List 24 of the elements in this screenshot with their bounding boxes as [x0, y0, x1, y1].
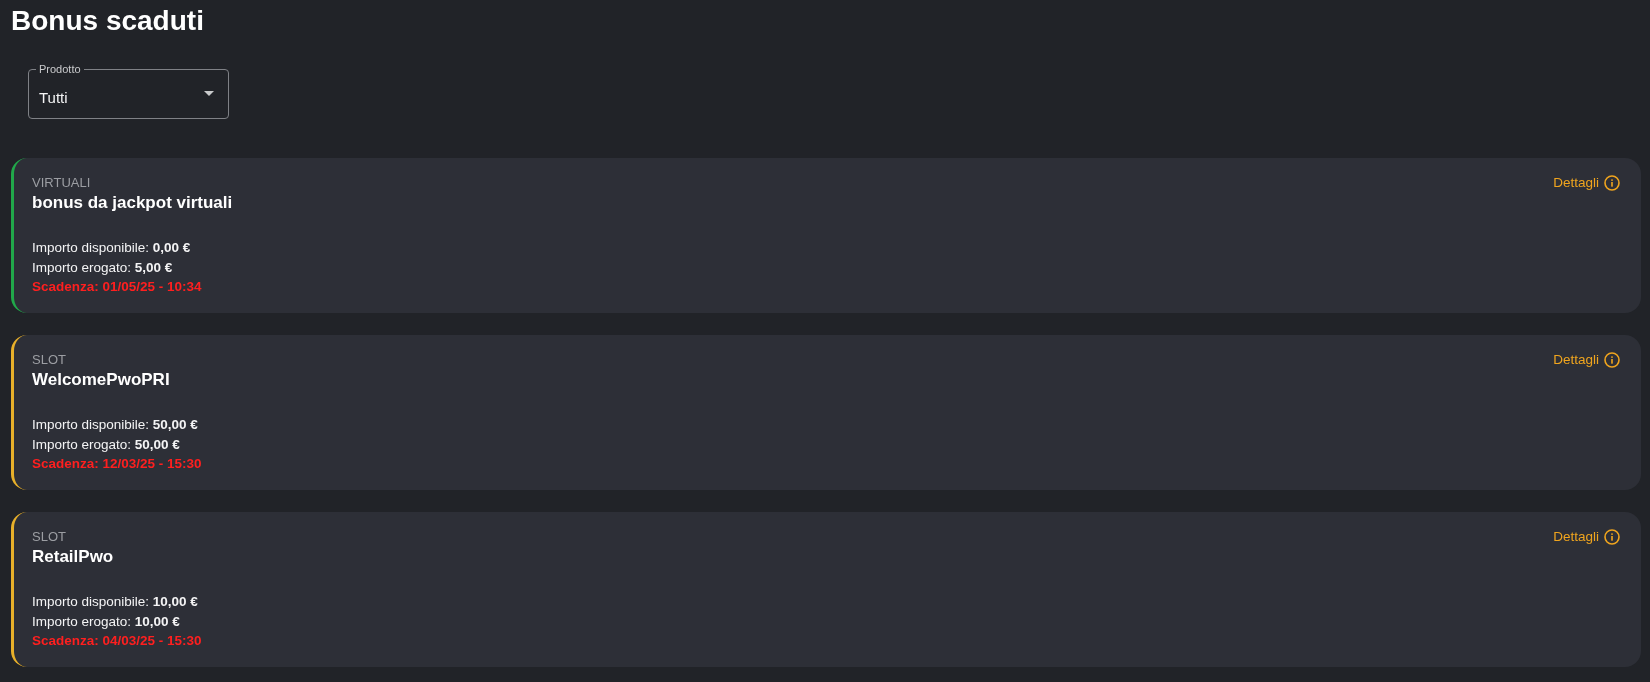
bonus-name: bonus da jackpot virtuali: [32, 192, 233, 214]
granted-amount: Importo erogato: 50,00 €: [32, 435, 180, 454]
caret-icon: [204, 90, 214, 96]
expiry-date: Scadenza: 04/03/25 - 15:30: [32, 632, 202, 650]
bonus-name: WelcomePwoPRI: [32, 369, 170, 391]
bonus-category: SLOT: [32, 528, 66, 546]
bonus-category: VIRTUALI: [32, 174, 91, 192]
details-link[interactable]: Dettagli: [1553, 528, 1620, 546]
bonus-name: RetailPwo: [32, 546, 114, 568]
available-amount: Importo disponibile: 0,00 €: [32, 239, 191, 257]
product-select[interactable]: Prodotto Tutti: [28, 62, 229, 119]
expiry-date: Scadenza: 01/05/25 - 10:34: [32, 278, 202, 296]
granted-amount: Importo erogato: 5,00 €: [32, 258, 173, 277]
available-amount: Importo disponibile: 50,00 €: [32, 416, 198, 434]
granted-amount: Importo erogato: 10,00 €: [32, 612, 180, 631]
available-amount: Importo disponibile: 10,00 €: [32, 593, 198, 611]
page-title: Bonus scaduti: [11, 4, 204, 38]
info-icon: [1604, 529, 1620, 545]
details-link[interactable]: Dettagli: [1553, 351, 1620, 369]
bonus-category: SLOT: [32, 351, 66, 369]
details-link[interactable]: Dettagli: [1553, 174, 1620, 192]
expiry-date: Scadenza: 12/03/25 - 15:30: [32, 455, 202, 473]
info-icon: [1604, 175, 1620, 191]
info-icon: [1604, 352, 1620, 368]
